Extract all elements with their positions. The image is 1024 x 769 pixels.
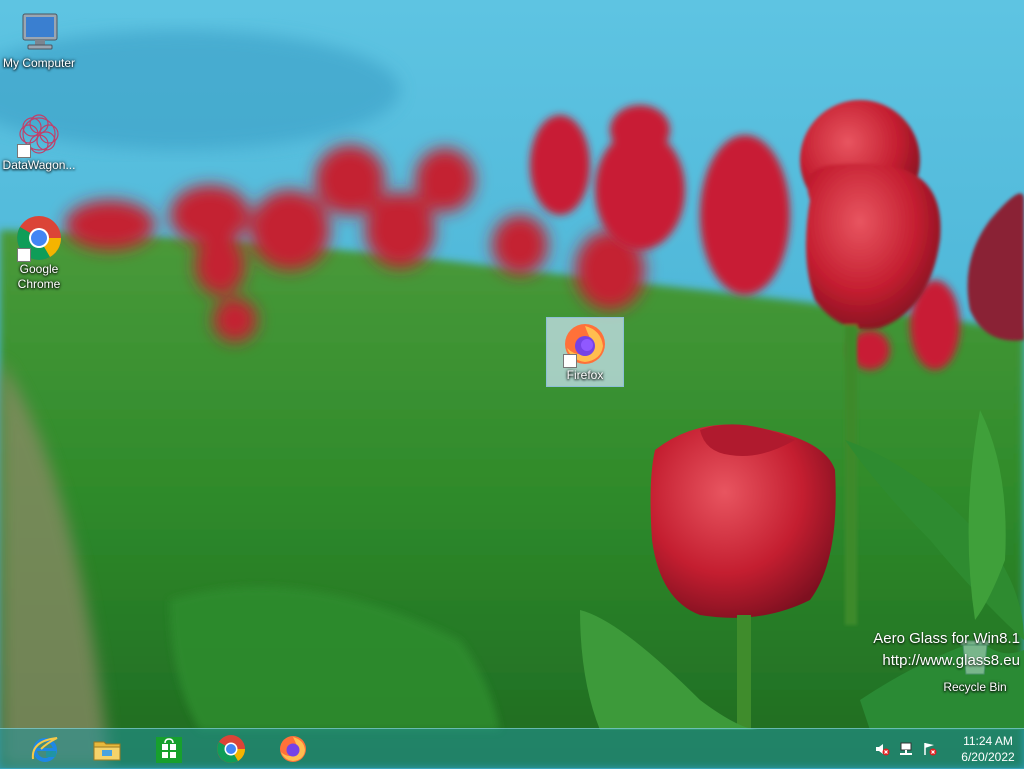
tray-volume[interactable] bbox=[874, 741, 890, 757]
chrome-icon bbox=[15, 214, 63, 262]
icon-label: Google Chrome bbox=[17, 262, 61, 291]
taskbar-store[interactable] bbox=[146, 732, 192, 766]
desktop-icon-firefox[interactable]: Firefox bbox=[546, 317, 624, 387]
network-icon bbox=[900, 742, 912, 755]
shortcut-arrow-icon bbox=[17, 144, 31, 158]
desktop-icon-my-computer[interactable]: My Computer bbox=[0, 8, 79, 71]
computer-icon bbox=[15, 8, 63, 56]
icon-label: My Computer bbox=[2, 56, 76, 70]
desktop-wallpaper bbox=[0, 0, 1024, 768]
shortcut-arrow-icon bbox=[563, 354, 577, 368]
taskbar-clock[interactable]: 11:24 AM 6/20/2022 bbox=[952, 733, 1024, 765]
taskbar-chrome[interactable] bbox=[208, 732, 254, 766]
icon-label: DataWagon... bbox=[2, 158, 76, 172]
file-explorer-icon bbox=[93, 741, 121, 761]
taskbar-file-explorer[interactable] bbox=[84, 732, 130, 766]
store-icon bbox=[156, 737, 182, 763]
shortcut-arrow-icon bbox=[17, 248, 31, 262]
clock-date: 6/20/2022 bbox=[961, 750, 1015, 764]
desktop-icon-datawagon[interactable]: DataWagon... bbox=[0, 110, 79, 173]
icon-label: Recycle Bin bbox=[943, 680, 1007, 694]
firefox-icon bbox=[561, 320, 609, 368]
watermark-line1: Aero Glass for Win8.1 bbox=[873, 630, 1020, 647]
aero-glass-watermark: Aero Glass for Win8.1 http://www.glass8.… bbox=[873, 628, 1020, 672]
icon-label: Firefox bbox=[566, 368, 604, 382]
tray-network[interactable] bbox=[898, 741, 914, 757]
taskbar-internet-explorer[interactable] bbox=[22, 732, 68, 766]
clock-time: 11:24 AM bbox=[963, 734, 1013, 748]
volume-muted-icon bbox=[876, 744, 890, 756]
chrome-icon bbox=[217, 735, 245, 763]
datawagon-icon bbox=[15, 110, 63, 158]
watermark-line2: http://www.glass8.eu bbox=[882, 652, 1020, 669]
desktop-icon-google-chrome[interactable]: Google Chrome bbox=[0, 214, 79, 292]
taskbar: 11:24 AM 6/20/2022 bbox=[0, 728, 1024, 769]
tray-action-center[interactable] bbox=[922, 741, 938, 757]
taskbar-firefox[interactable] bbox=[270, 732, 316, 766]
firefox-icon bbox=[280, 736, 306, 762]
internet-explorer-icon bbox=[31, 737, 58, 762]
action-center-icon bbox=[924, 743, 937, 756]
